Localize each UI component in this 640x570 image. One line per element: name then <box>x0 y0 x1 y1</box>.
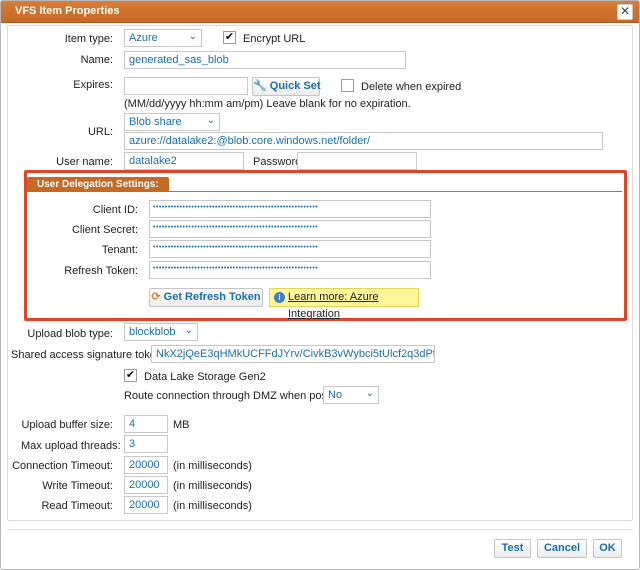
chevron-down-icon: ⌄ <box>365 388 374 399</box>
url-input[interactable]: azure://datalake2:@blob.core.windows.net… <box>124 132 603 150</box>
data-lake-label: Data Lake Storage Gen2 <box>144 371 266 383</box>
name-input[interactable]: generated_sas_blob <box>124 51 406 69</box>
learn-more-azure-link[interactable]: i Learn more: Azure Integration <box>269 288 419 320</box>
username-label: User name: <box>56 156 113 168</box>
client-id-label: Client ID: <box>92 204 138 216</box>
conn-timeout-label: Connection Timeout: <box>12 460 113 472</box>
dialog-titlebar[interactable]: VFS Item Properties ✕ <box>1 1 639 23</box>
tenant-label: Tenant: <box>101 244 138 256</box>
expires-label: Expires: <box>73 79 113 91</box>
upload-blob-type-value: blockblob <box>129 326 176 338</box>
conn-timeout-unit: (in milliseconds) <box>173 460 252 472</box>
route-dmz-value: No <box>328 389 343 401</box>
write-timeout-input[interactable]: 20000 <box>124 476 168 494</box>
quick-set-button[interactable]: 🔧 Quick Set <box>252 77 321 96</box>
upload-blob-type-label: Upload blob type: <box>27 328 113 340</box>
client-secret-label: Client Secret: <box>71 224 138 236</box>
url-type-value: Blob share <box>129 116 182 128</box>
delete-when-expired-checkbox[interactable] <box>341 79 354 92</box>
test-button[interactable]: Test <box>494 539 531 558</box>
wrench-icon: 🔧 <box>253 80 267 92</box>
url-type-select[interactable]: Blob share ⌄ <box>124 113 220 131</box>
refresh-token-input[interactable]: ••••••••••••••••••••••••••••••••••••••••… <box>149 261 431 279</box>
tenant-input[interactable]: ••••••••••••••••••••••••••••••••••••••••… <box>149 240 431 258</box>
data-lake-checkbox[interactable]: ✔ <box>124 369 137 382</box>
read-timeout-unit: (in milliseconds) <box>173 500 252 512</box>
get-refresh-token-label: Get Refresh Token <box>163 291 261 303</box>
item-type-value: Azure <box>129 32 158 44</box>
chevron-down-icon: ⌄ <box>206 115 215 126</box>
expires-hint: (MM/dd/yyyy hh:mm am/pm) Leave blank for… <box>124 98 411 110</box>
encrypt-url-label: Encrypt URL <box>243 33 306 45</box>
upload-blob-type-select[interactable]: blockblob ⌄ <box>124 323 198 341</box>
learn-more-label: Learn more: Azure Integration <box>288 291 379 320</box>
username-input[interactable]: datalake2 <box>124 152 244 170</box>
refresh-token-label: Refresh Token: <box>64 265 138 277</box>
sas-token-label: Shared access signature token: <box>11 349 166 361</box>
url-label: URL: <box>87 126 113 138</box>
refresh-icon: ⟳ <box>151 291 161 303</box>
chevron-down-icon: ⌄ <box>184 325 193 336</box>
client-id-input[interactable]: ••••••••••••••••••••••••••••••••••••••••… <box>149 200 431 218</box>
upload-buffer-input[interactable]: 4 <box>124 415 168 433</box>
conn-timeout-input[interactable]: 20000 <box>124 456 168 474</box>
password-input[interactable] <box>297 152 417 170</box>
sas-token-input[interactable]: NkX2jQeE3qHMkUCFFdJYrv/CivkB3vWybci5tUlc… <box>151 345 435 363</box>
expires-input[interactable] <box>124 77 248 95</box>
get-refresh-token-button[interactable]: ⟳ Get Refresh Token <box>149 288 263 307</box>
delegation-section-title: User Delegation Settings: <box>27 177 169 192</box>
item-type-select[interactable]: Azure ⌄ <box>124 29 202 47</box>
info-icon: i <box>274 292 285 303</box>
route-dmz-select[interactable]: No ⌄ <box>323 386 379 404</box>
upload-buffer-label: Upload buffer size: <box>21 419 113 431</box>
item-type-label: Item type: <box>64 33 113 45</box>
cancel-button[interactable]: Cancel <box>537 539 587 558</box>
upload-buffer-unit: MB <box>173 419 190 431</box>
write-timeout-unit: (in milliseconds) <box>173 480 252 492</box>
delegation-section-divider <box>27 191 622 192</box>
read-timeout-label: Read Timeout: <box>41 500 113 512</box>
dialog-title: VFS Item Properties <box>15 5 120 17</box>
footer-divider <box>7 529 633 530</box>
name-label: Name: <box>80 54 113 66</box>
write-timeout-label: Write Timeout: <box>42 480 113 492</box>
ok-button[interactable]: OK <box>593 539 622 558</box>
vfs-item-properties-dialog: VFS Item Properties ✕ Item type: Azure ⌄… <box>0 0 640 570</box>
chevron-down-icon: ⌄ <box>188 31 197 42</box>
encrypt-url-checkbox[interactable]: ✔ <box>223 31 236 44</box>
route-dmz-label: Route connection through DMZ when possib… <box>124 390 353 402</box>
read-timeout-input[interactable]: 20000 <box>124 496 168 514</box>
max-threads-input[interactable]: 3 <box>124 435 168 453</box>
client-secret-input[interactable]: ••••••••••••••••••••••••••••••••••••••••… <box>149 220 431 238</box>
delete-when-expired-label: Delete when expired <box>361 81 462 93</box>
quick-set-label: Quick Set <box>269 80 321 92</box>
max-threads-label: Max upload threads: <box>21 440 121 452</box>
close-icon[interactable]: ✕ <box>617 4 633 20</box>
